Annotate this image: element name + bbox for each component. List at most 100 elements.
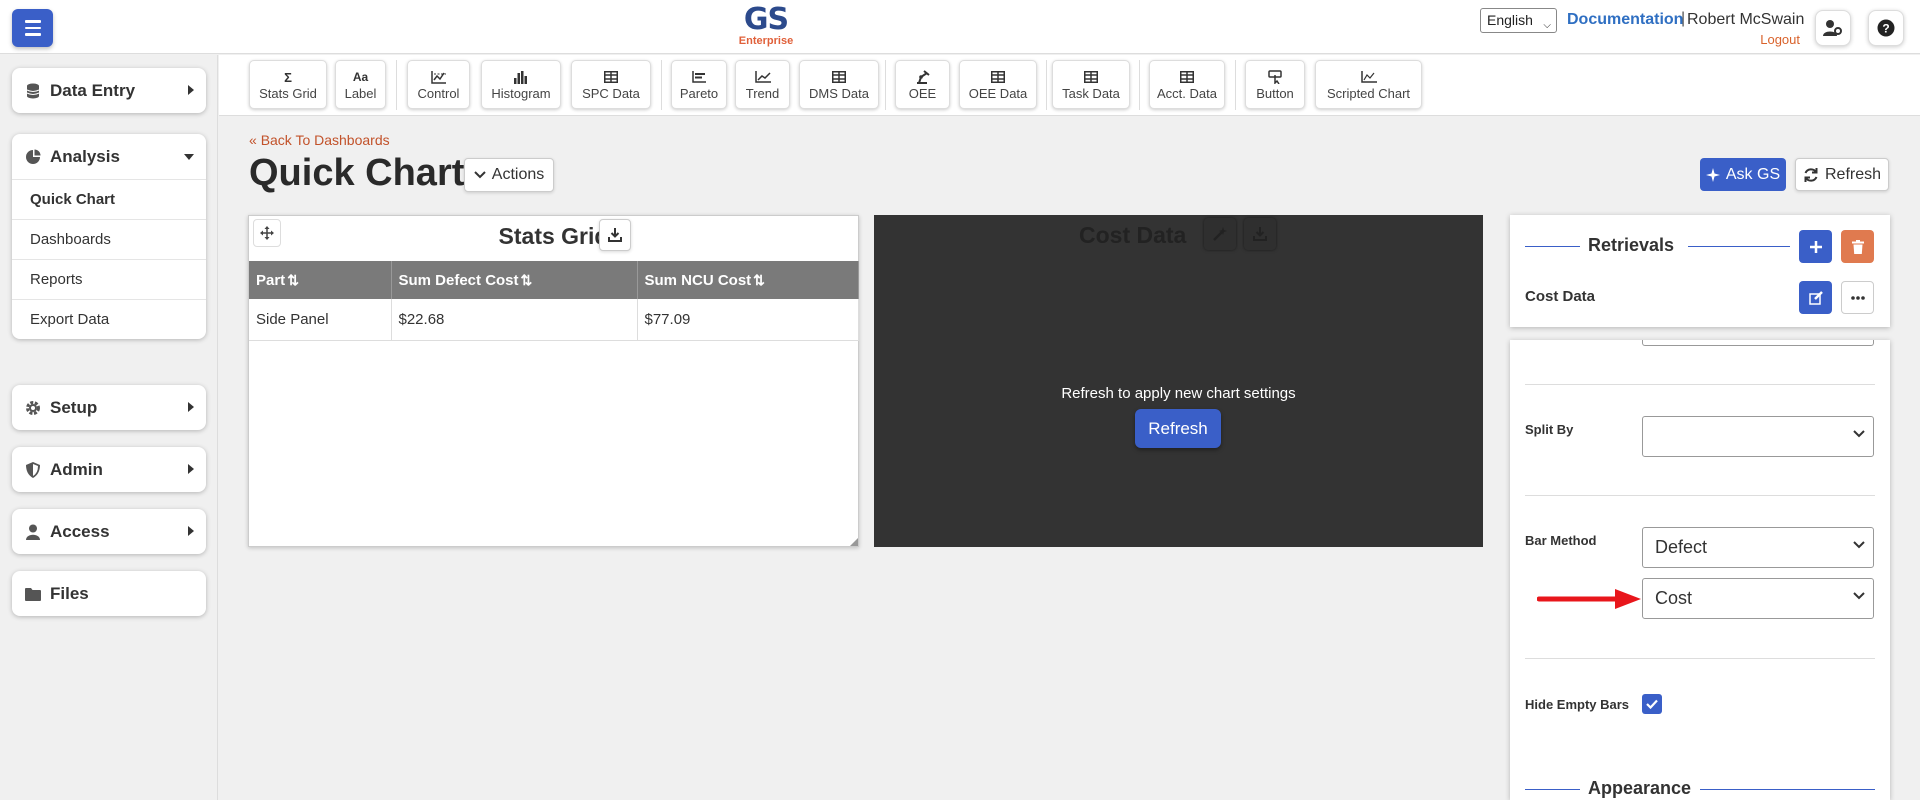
toolbar-button-button[interactable]: Button xyxy=(1245,60,1305,109)
stats-grid-download-button[interactable] xyxy=(599,219,631,251)
toolbar-scripted-chart-button[interactable]: Scripted Chart xyxy=(1315,60,1422,109)
top-bar: GS Enterprise English ⌵ Documentation | … xyxy=(0,0,1920,54)
user-settings-button[interactable] xyxy=(1815,10,1851,46)
back-to-dashboards-link[interactable]: « Back To Dashboards xyxy=(249,132,390,148)
bar-method-secondary-select[interactable]: Cost xyxy=(1642,578,1874,619)
checkmark-icon xyxy=(1646,699,1658,709)
actions-button[interactable]: Actions xyxy=(464,158,554,192)
chart-settings-button[interactable] xyxy=(1204,218,1236,250)
toolbar-label: Control xyxy=(417,86,460,101)
widget-toolbar: Σ Stats Grid Aa Label Control Histogram … xyxy=(219,55,1920,116)
bar-method-label: Bar Method xyxy=(1525,533,1597,548)
more-options-button[interactable] xyxy=(1841,281,1874,314)
sidebar-label: Analysis xyxy=(50,146,120,166)
toolbar-oee-data-button[interactable]: OEE Data xyxy=(959,60,1037,109)
toolbar-acct-data-button[interactable]: Acct. Data xyxy=(1149,60,1225,109)
download-icon xyxy=(1253,227,1267,241)
partial-field[interactable] xyxy=(1642,340,1874,346)
split-by-select[interactable] xyxy=(1642,416,1874,457)
sidebar-label: Admin xyxy=(50,459,103,479)
logo[interactable]: GS Enterprise xyxy=(735,5,797,48)
sort-icon: ⇅ xyxy=(753,271,765,288)
column-header-part[interactable]: Part ⇅ xyxy=(249,261,392,299)
caret-right-icon xyxy=(188,526,194,536)
delete-retrieval-button[interactable] xyxy=(1841,230,1874,263)
toolbar-control-button[interactable]: Control xyxy=(407,60,470,109)
sidebar-group-setup[interactable]: Setup xyxy=(12,385,206,430)
toolbar-oee-button[interactable]: OEE xyxy=(895,60,950,109)
chevron-down-icon xyxy=(1853,430,1865,438)
chevron-down-icon xyxy=(474,171,486,179)
double-chevron-left-icon: « xyxy=(249,132,257,148)
sidebar-item-access[interactable]: Access xyxy=(12,509,206,554)
add-retrieval-button[interactable] xyxy=(1799,230,1832,263)
bar-method-select[interactable]: Defect xyxy=(1642,527,1874,568)
chevron-down-icon xyxy=(1853,592,1865,600)
language-select[interactable]: English ⌵ xyxy=(1480,8,1557,33)
toolbar-divider xyxy=(661,60,662,110)
divider-line xyxy=(1688,246,1790,247)
divider-line xyxy=(1525,246,1580,247)
toolbar-stats-grid-button[interactable]: Σ Stats Grid xyxy=(249,60,327,109)
cost-data-download-button[interactable] xyxy=(1244,218,1276,250)
pareto-icon xyxy=(692,68,706,86)
sidebar-item-reports[interactable]: Reports xyxy=(12,259,206,299)
annotation-arrow-icon xyxy=(1537,589,1641,609)
toolbar-spc-data-button[interactable]: SPC Data xyxy=(571,60,651,109)
ask-gs-button[interactable]: Ask GS xyxy=(1700,158,1786,191)
caret-right-icon xyxy=(188,464,194,474)
page-title: Quick Chart xyxy=(249,152,465,194)
logout-link[interactable]: Logout xyxy=(1760,32,1800,47)
sidebar-item-data-entry[interactable]: Data Entry xyxy=(12,68,206,113)
menu-button[interactable] xyxy=(12,9,53,47)
sidebar: Data Entry Analysis Quick Chart Dashboar… xyxy=(0,55,218,800)
database-icon xyxy=(24,83,42,99)
sort-icon: ⇅ xyxy=(520,271,533,288)
toolbar-label: Button xyxy=(1256,86,1294,101)
sidebar-item-setup[interactable]: Setup xyxy=(12,385,206,430)
menu-icon-bar xyxy=(24,33,41,36)
sidebar-item-export-data[interactable]: Export Data xyxy=(12,299,206,339)
toolbar-trend-button[interactable]: Trend xyxy=(735,60,790,109)
toolbar-divider xyxy=(1139,60,1140,110)
chart-refresh-button[interactable]: Refresh xyxy=(1135,409,1221,448)
sidebar-item-files[interactable]: Files xyxy=(12,571,206,616)
sidebar-item-dashboards[interactable]: Dashboards xyxy=(12,219,206,259)
retrieval-item-name: Cost Data xyxy=(1525,288,1596,305)
help-button[interactable]: ? xyxy=(1868,10,1904,46)
sidebar-group-access[interactable]: Access xyxy=(12,509,206,554)
column-header-label: Part xyxy=(256,271,286,289)
toolbar-label: Pareto xyxy=(679,86,719,101)
table-icon xyxy=(604,68,618,86)
column-header-label: Sum NCU Cost xyxy=(644,271,752,289)
divider-line xyxy=(1525,789,1580,790)
toolbar-task-data-button[interactable]: Task Data xyxy=(1052,60,1130,109)
header-separator: | xyxy=(1681,10,1686,27)
sigma-icon: Σ xyxy=(284,69,292,85)
resize-handle[interactable] xyxy=(850,538,858,546)
sidebar-label: Setup xyxy=(50,397,98,417)
documentation-link[interactable]: Documentation xyxy=(1567,11,1683,29)
sidebar-item-quick-chart[interactable]: Quick Chart xyxy=(12,179,206,219)
column-header-sum-defect-cost[interactable]: Sum Defect Cost ⇅ xyxy=(391,261,638,299)
refresh-button[interactable]: Refresh xyxy=(1795,158,1889,191)
edit-retrieval-button[interactable] xyxy=(1799,281,1832,314)
sidebar-group-files[interactable]: Files xyxy=(12,571,206,616)
sidebar-item-analysis[interactable]: Analysis xyxy=(12,134,206,179)
toolbar-pareto-button[interactable]: Pareto xyxy=(671,60,727,109)
sidebar-label: Files xyxy=(50,583,89,603)
histogram-icon xyxy=(513,68,529,86)
toolbar-histogram-button[interactable]: Histogram xyxy=(481,60,561,109)
sidebar-group-data-entry[interactable]: Data Entry xyxy=(12,68,206,113)
toolbar-divider xyxy=(396,60,397,110)
sidebar-group-admin[interactable]: Admin xyxy=(12,447,206,492)
toolbar-label-button[interactable]: Aa Label xyxy=(335,60,386,109)
sidebar-item-admin[interactable]: Admin xyxy=(12,447,206,492)
toolbar-dms-data-button[interactable]: DMS Data xyxy=(799,60,879,109)
column-header-sum-ncu-cost[interactable]: Sum NCU Cost ⇅ xyxy=(637,261,859,299)
hide-empty-bars-checkbox[interactable] xyxy=(1642,694,1662,714)
gear-icon xyxy=(24,400,42,416)
toolbar-label: Stats Grid xyxy=(259,86,317,101)
cost-data-title: Cost Data xyxy=(1079,222,1187,248)
toolbar-label: Acct. Data xyxy=(1157,86,1217,101)
